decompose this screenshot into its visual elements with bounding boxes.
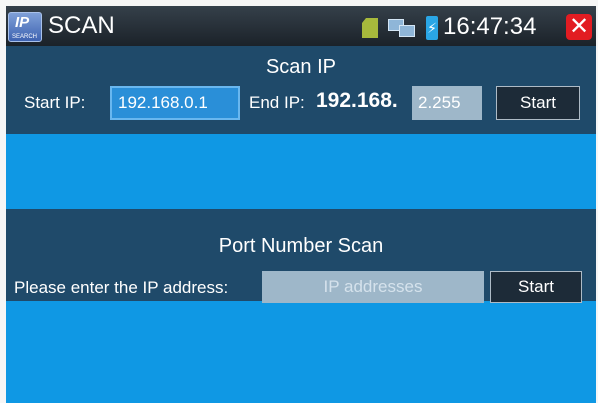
end-ip-input[interactable]: 2.255 [412,86,482,120]
network-icon [388,19,416,39]
port-scan-section: Port Number Scan Please enter the IP add… [6,209,596,303]
logo-subtext: SEARCH [12,34,38,40]
scan-ip-section: Scan IP Start IP: 192.168.0.1 End IP: 19… [6,46,596,134]
end-ip-prefix: 192.168. [316,89,398,112]
ip-address-prompt: Please enter the IP address: [14,278,229,297]
port-scan-title: Port Number Scan [218,235,384,257]
ip-address-input[interactable]: IP addresses [262,271,484,303]
ip-search-logo-icon[interactable]: IP SEARCH [8,12,42,42]
logo-text: IP [15,14,30,31]
start-ip-label: Start IP: [24,93,86,112]
port-scan-start-button[interactable]: Start [490,271,582,303]
close-icon[interactable]: ✕ [566,14,592,40]
clock: 16:47:34 [443,13,537,40]
scan-ip-start-button[interactable]: Start [496,86,580,120]
sd-card-icon [362,18,378,38]
scan-ip-title: Scan IP [265,56,337,78]
status-bar: IP SEARCH SCAN ⚡ 16:47:34 ✕ [6,6,596,46]
app-title: SCAN [48,12,115,39]
scan-screen: IP SEARCH SCAN ⚡ 16:47:34 ✕ Scan IP Star… [6,6,596,403]
battery-icon: ⚡ [426,16,438,40]
start-ip-input[interactable]: 192.168.0.1 [110,86,240,120]
end-ip-label: End IP: [249,93,305,112]
